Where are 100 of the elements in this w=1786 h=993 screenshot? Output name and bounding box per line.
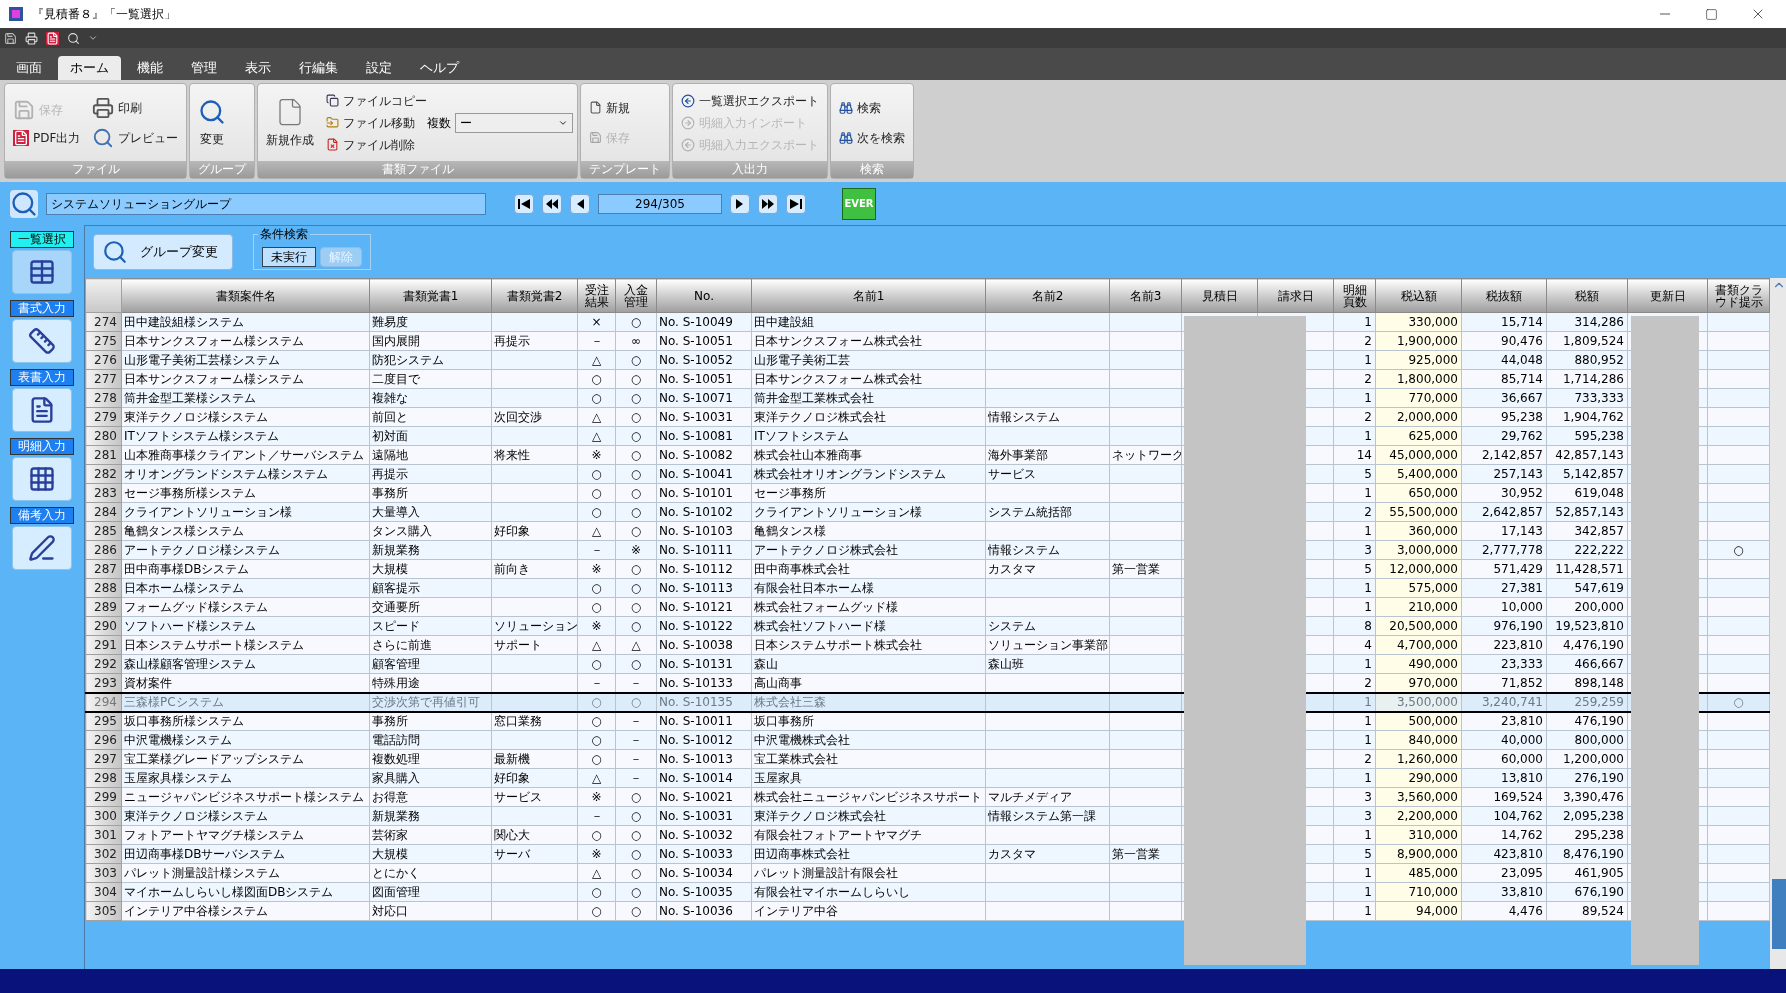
first-record-button[interactable]	[514, 193, 534, 214]
column-header[interactable]: 明細頁数	[1333, 278, 1376, 313]
menu-tab[interactable]: 表示	[233, 56, 283, 80]
next-button[interactable]	[730, 193, 750, 214]
column-header[interactable]: 税抜額	[1461, 278, 1547, 313]
dropdown-icon[interactable]	[88, 33, 98, 43]
maximize-icon[interactable]	[1705, 7, 1718, 21]
table-cell: ○	[577, 502, 616, 522]
table-cell: △	[577, 635, 616, 655]
table-cell: No. S-10122	[656, 616, 752, 636]
ribbon-button[interactable]: PDF出力	[9, 126, 85, 149]
column-header[interactable]: 名前3	[1109, 278, 1182, 313]
previous-button[interactable]	[570, 193, 590, 214]
column-header[interactable]: 税額	[1546, 278, 1628, 313]
preview-icon[interactable]	[67, 31, 80, 45]
fast-back-button[interactable]	[542, 193, 562, 214]
print-icon[interactable]	[25, 31, 38, 45]
menu-tab[interactable]: 画面	[4, 56, 54, 80]
table-cell: 23,810	[1461, 711, 1547, 731]
menu-tab[interactable]: 機能	[125, 56, 175, 80]
table-cell: 顧客管理	[369, 654, 492, 674]
table-cell: マルチメディア	[985, 787, 1110, 807]
column-header[interactable]: 税込額	[1375, 278, 1462, 313]
document-icon	[589, 101, 603, 114]
table-cell: 461,905	[1546, 863, 1628, 883]
count-label: 複数	[427, 114, 452, 132]
sidebar-icon	[28, 465, 56, 493]
menu-tab[interactable]: ホーム	[58, 56, 121, 80]
table-cell: 4,476,190	[1546, 635, 1628, 655]
table-cell: ○	[577, 711, 616, 731]
ribbon-button[interactable]: 印刷	[88, 94, 183, 121]
table-cell: 60,000	[1461, 749, 1547, 769]
table-cell: 新規業務	[369, 540, 492, 560]
ribbon-button[interactable]: 検索	[835, 96, 910, 119]
column-header[interactable]: 名前1	[751, 278, 986, 313]
column-header[interactable]: 入金管理	[615, 278, 657, 313]
table-cell: 株式会社ニュージャパンビジネスサポート	[751, 787, 986, 807]
ribbon-button[interactable]: 次を検索	[835, 126, 910, 149]
table-cell: 家具購入	[369, 768, 492, 788]
table-cell: 3,390,476	[1546, 787, 1628, 807]
ribbon-button[interactable]: ファイルコピー	[322, 89, 574, 112]
ribbon-button[interactable]: ファイル削除	[322, 133, 574, 156]
table-cell: No. S-10081	[656, 426, 752, 446]
table-cell: ○	[577, 825, 616, 845]
table-cell: No. S-10041	[656, 464, 752, 484]
ribbon-button[interactable]: プレビュー	[88, 124, 183, 151]
table-cell: No. S-10032	[656, 825, 752, 845]
sidebar-label: 表書入力	[10, 369, 74, 386]
menu-tab[interactable]: 行編集	[287, 56, 350, 80]
fast-forward-button[interactable]	[758, 193, 778, 214]
column-header[interactable]: 更新日	[1627, 278, 1708, 313]
table-cell: 芸術家	[369, 825, 492, 845]
table-cell: 29,762	[1461, 426, 1547, 446]
menu-tab[interactable]: ヘルプ	[408, 56, 471, 80]
table-cell: 2	[1333, 407, 1376, 427]
table-cell: 坂口事務所	[751, 711, 986, 731]
save-icon[interactable]	[4, 31, 17, 45]
pdf-icon[interactable]	[46, 31, 59, 45]
last-record-button[interactable]	[786, 193, 806, 214]
column-header[interactable]: 名前2	[985, 278, 1110, 313]
column-header[interactable]: 請求日	[1257, 278, 1334, 313]
ribbon-button[interactable]: ファイル移動	[322, 111, 420, 134]
group-field[interactable]: システムソリューショングループ	[46, 192, 486, 215]
sidebar-button[interactable]	[12, 250, 72, 294]
scrollbar[interactable]	[1770, 278, 1786, 969]
print-icon	[92, 96, 115, 119]
table-cell: ※	[577, 616, 616, 636]
column-header[interactable]: 書類覚書1	[369, 278, 492, 313]
column-header[interactable]: 受注結果	[577, 278, 616, 313]
table-cell: パレット測量設計様システム	[121, 863, 370, 883]
ribbon-button[interactable]: 新規作成	[262, 92, 319, 153]
ribbon-button[interactable]: 変更	[194, 93, 231, 152]
table-cell: ソフトハード様システム	[121, 616, 370, 636]
column-header[interactable]: 書類覚書2	[491, 278, 578, 313]
sidebar-button[interactable]	[12, 388, 72, 432]
table-cell: 4,476	[1461, 901, 1547, 921]
table-cell: 3	[1333, 540, 1376, 560]
table-cell: 1	[1333, 426, 1376, 446]
table-cell: ○	[577, 464, 616, 484]
menu-tab[interactable]: 管理	[179, 56, 229, 80]
scroll-thumb[interactable]	[1772, 879, 1786, 949]
column-header[interactable]: 見積日	[1181, 278, 1258, 313]
column-header[interactable]: 書類クラウド提示	[1707, 278, 1770, 313]
sidebar-button[interactable]	[12, 319, 72, 363]
table-cell: 1,200,000	[1546, 749, 1628, 769]
ribbon-button[interactable]: 一覧選択エクスポート	[677, 89, 824, 112]
count-dropdown[interactable]: ー	[455, 112, 574, 133]
table-cell: 将来性	[491, 445, 578, 465]
table-cell: No. S-10103	[656, 521, 752, 541]
menu-tab[interactable]: 設定	[354, 56, 404, 80]
table-cell: 476,190	[1546, 711, 1628, 731]
table-cell: No. S-10082	[656, 445, 752, 465]
table-cell: ※	[577, 844, 616, 864]
group-change-button[interactable]: グループ変更	[93, 234, 233, 270]
sidebar-button[interactable]	[12, 457, 72, 501]
ribbon-button[interactable]: 新規	[585, 96, 635, 119]
column-header[interactable]: 書類案件名	[121, 278, 370, 313]
table-cell: ※	[577, 559, 616, 579]
column-header[interactable]: No.	[656, 278, 752, 313]
sidebar-button[interactable]	[12, 526, 72, 570]
